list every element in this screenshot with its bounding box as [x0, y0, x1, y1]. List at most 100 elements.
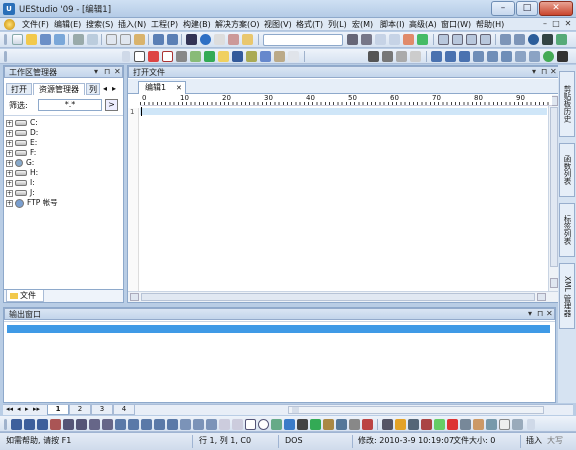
minimize-button[interactable]: –: [491, 1, 515, 16]
expand-icon[interactable]: +: [6, 189, 13, 197]
tab-scroll-left-icon[interactable]: ◂: [103, 84, 107, 93]
first-tab-icon[interactable]: ◂◂: [6, 405, 13, 413]
new-file-icon[interactable]: [12, 34, 23, 45]
find-in-files-icon[interactable]: [382, 51, 393, 62]
spell-icon[interactable]: [410, 51, 421, 62]
indent-text-icon[interactable]: [102, 419, 113, 430]
tab-tag-list[interactable]: 标签列表: [559, 203, 575, 257]
split-icon[interactable]: [466, 34, 477, 45]
indent-icon[interactable]: [389, 34, 400, 45]
search-combo-input[interactable]: [263, 34, 343, 46]
browser-icon[interactable]: [190, 51, 201, 62]
status-line-ending[interactable]: DOS: [285, 433, 303, 449]
table-icon[interactable]: [501, 51, 512, 62]
menu-solution[interactable]: 解决方案(O): [215, 18, 260, 31]
web-icon[interactable]: [200, 34, 211, 45]
output-tab-4[interactable]: 4: [113, 405, 135, 415]
output-horizontal-scrollbar[interactable]: [288, 406, 544, 414]
color-icon[interactable]: [434, 419, 445, 430]
tree-item-g[interactable]: + G:: [6, 158, 34, 168]
align-left-icon[interactable]: [115, 419, 126, 430]
script-icon[interactable]: [260, 51, 271, 62]
template-icon[interactable]: [176, 51, 187, 62]
menu-build[interactable]: 构建(B): [183, 18, 211, 31]
css-icon[interactable]: [395, 419, 406, 430]
status-icon[interactable]: [543, 51, 554, 62]
current-line-highlight[interactable]: [140, 108, 547, 115]
justify-icon[interactable]: [154, 419, 165, 430]
tree-item-f[interactable]: + F:: [6, 148, 36, 158]
table-insert-icon[interactable]: [193, 419, 204, 430]
scroll-left-button[interactable]: [130, 293, 139, 301]
menu-logo-icon[interactable]: [4, 19, 15, 30]
replace-icon[interactable]: [228, 34, 239, 45]
bookmark-icon[interactable]: [186, 34, 197, 45]
expand-icon[interactable]: +: [6, 119, 13, 127]
expand-icon[interactable]: +: [6, 169, 13, 177]
menu-insert[interactable]: 插入(N): [118, 18, 146, 31]
tree-item-j[interactable]: + J:: [6, 188, 35, 198]
heading-icon[interactable]: [50, 419, 61, 430]
pane-pin-icon[interactable]: ⊓: [537, 308, 543, 319]
form-icon[interactable]: [206, 419, 217, 430]
tree-item-i[interactable]: + I:: [6, 178, 35, 188]
binoculars-icon[interactable]: [368, 51, 379, 62]
status-insert-mode[interactable]: 插入: [526, 433, 542, 449]
tools-icon[interactable]: [204, 51, 215, 62]
close-tab-icon[interactable]: ✕: [176, 82, 182, 94]
tab-list[interactable]: 列表: [86, 83, 100, 95]
close-button[interactable]: ✕: [539, 1, 573, 16]
copy-icon[interactable]: [120, 34, 131, 45]
pdf-icon[interactable]: [421, 419, 432, 430]
pane-close-icon[interactable]: ✕: [114, 66, 121, 77]
tab-scroll-right-icon[interactable]: ▸: [112, 84, 116, 93]
bold-icon[interactable]: [11, 419, 22, 430]
print-icon[interactable]: [73, 34, 84, 45]
c-file-icon[interactable]: [148, 51, 159, 62]
align-icon[interactable]: [459, 51, 470, 62]
output-content[interactable]: [4, 321, 555, 402]
mdi-close-icon[interactable]: ✕: [563, 19, 573, 29]
plugin-icon[interactable]: [288, 51, 299, 62]
menu-help[interactable]: 帮助(H): [476, 18, 504, 31]
checkbox-icon[interactable]: [245, 419, 256, 430]
last-tab-icon[interactable]: ▸▸: [33, 405, 40, 413]
tile-icon[interactable]: [480, 34, 491, 45]
mdi-restore-icon[interactable]: □: [551, 19, 561, 29]
output-tab-1[interactable]: 1: [47, 405, 69, 415]
wrench-icon[interactable]: [232, 51, 243, 62]
save-all-icon[interactable]: [54, 34, 65, 45]
run-icon[interactable]: [556, 34, 567, 45]
column-icon[interactable]: [473, 51, 484, 62]
block-icon[interactable]: [487, 51, 498, 62]
scroll-right-button[interactable]: [537, 293, 546, 301]
save-icon[interactable]: [40, 34, 51, 45]
tree-item-d[interactable]: + D:: [6, 128, 38, 138]
pane-menu-icon[interactable]: ▾: [532, 66, 536, 77]
menu-column[interactable]: 列(L): [328, 18, 347, 31]
expand-icon[interactable]: +: [6, 129, 13, 137]
horizontal-scroll-thumb[interactable]: [141, 293, 535, 301]
compare-icon[interactable]: [403, 34, 414, 45]
find-next-icon[interactable]: [347, 34, 358, 45]
cut-icon[interactable]: [106, 34, 117, 45]
paste-icon[interactable]: [134, 34, 145, 45]
expand-icon[interactable]: +: [6, 149, 13, 157]
align-center-icon[interactable]: [128, 419, 139, 430]
tree-item-e[interactable]: + E:: [6, 138, 37, 148]
tree-item-ftp[interactable]: + FTP 帐号: [6, 198, 58, 208]
browser-preview-icon[interactable]: [512, 419, 523, 430]
next-tab-icon[interactable]: ▸: [25, 405, 29, 413]
vertical-scroll-thumb[interactable]: [550, 107, 558, 267]
grid-icon[interactable]: [382, 419, 393, 430]
format-icon[interactable]: [445, 51, 456, 62]
font-icon[interactable]: [460, 419, 471, 430]
tab-open[interactable]: 打开: [6, 83, 32, 95]
hex-mode-icon[interactable]: [452, 34, 463, 45]
document-tab-edit1[interactable]: 编辑1 ✕: [138, 81, 186, 94]
ordered-list-icon[interactable]: [76, 419, 87, 430]
tab-clipboard-history[interactable]: 剪贴板历史: [559, 71, 575, 137]
textarea-icon[interactable]: [232, 419, 243, 430]
link-icon[interactable]: [284, 419, 295, 430]
tab-explorer[interactable]: 资源管理器: [33, 83, 85, 95]
